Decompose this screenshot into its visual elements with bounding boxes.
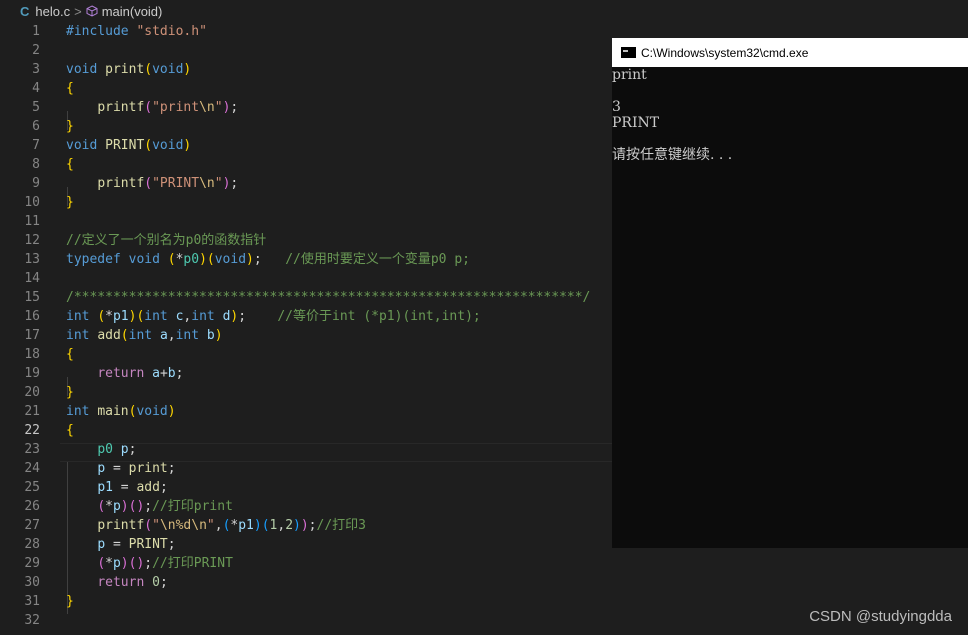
code-line: 29 (*p)();//打印PRINT [24,556,233,571]
console-icon [621,47,636,58]
cmd-title: C:\Windows\system32\cmd.exe [641,45,809,60]
console-output: print 3 PRINT 请按任意键继续. . . [612,67,733,163]
breadcrumb-file[interactable]: helo.c [35,4,70,19]
cmd-title-bar[interactable]: C:\Windows\system32\cmd.exe [612,38,968,67]
chevron-right-icon: > [74,3,82,19]
symbol-method-icon [86,5,98,17]
code-line: 30 return 0; [24,575,168,590]
breadcrumb-symbol[interactable]: main(void) [102,4,163,19]
c-language-icon: C [20,3,30,19]
watermark: CSDN @studyingdda [809,608,952,625]
breadcrumb: C helo.c > main(void) [0,0,968,22]
cmd-window[interactable]: C:\Windows\system32\cmd.exe print 3 PRIN… [612,38,968,548]
